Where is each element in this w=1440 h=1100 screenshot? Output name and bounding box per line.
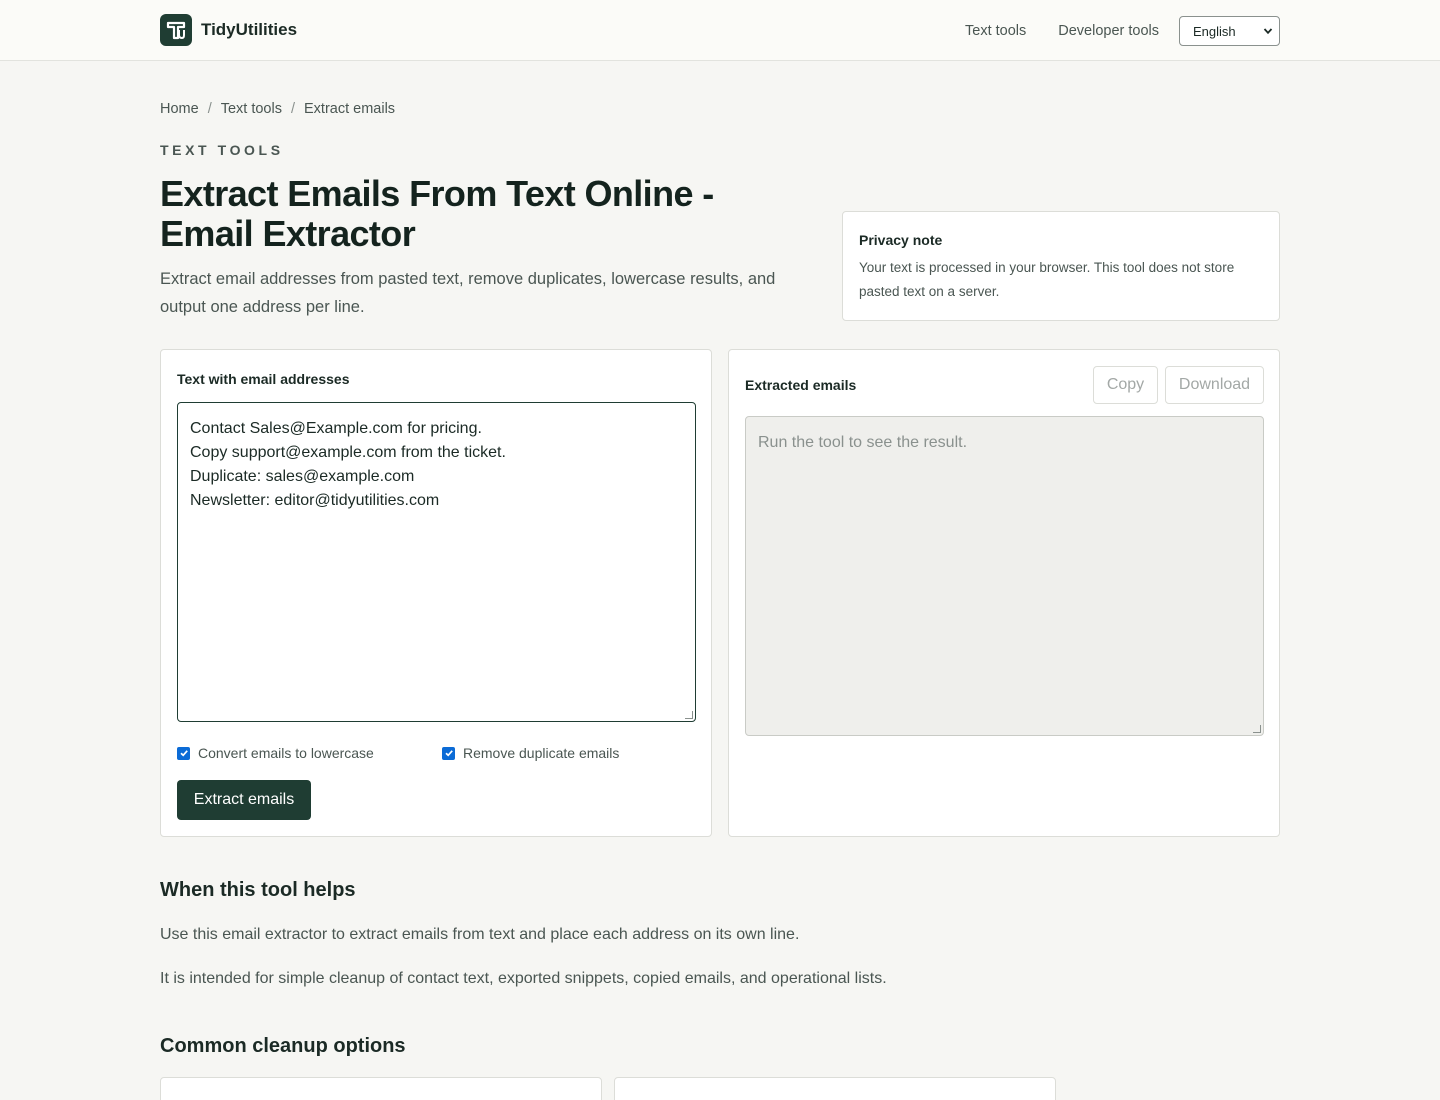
email-text-input[interactable]: Contact Sales@Example.com for pricing. C… [177, 402, 696, 722]
language-select[interactable]: English [1179, 16, 1280, 46]
input-panel: Text with email addresses Contact Sales@… [160, 349, 712, 837]
logo-icon [160, 14, 192, 46]
privacy-note-title: Privacy note [859, 232, 943, 248]
breadcrumb-current: Extract emails [304, 101, 396, 117]
main-nav: Text tools Developer tools English [965, 16, 1280, 46]
extracted-emails-output[interactable]: Run the tool to see the result. [745, 416, 1264, 736]
input-line: Contact Sales@Example.com for pricing. [190, 420, 482, 437]
privacy-note: Privacy note Your text is processed in y… [842, 211, 1280, 321]
lowercase-checkbox[interactable] [177, 746, 190, 760]
brand-name: TidyUtilities [201, 20, 298, 39]
output-label: Extracted emails [745, 377, 857, 393]
brand-link[interactable]: TidyUtilities [160, 14, 297, 46]
options-section-title: Common cleanup options [160, 1035, 406, 1057]
category-eyebrow: TEXT TOOLS [160, 142, 284, 158]
page-description: Extract email addresses from pasted text… [160, 270, 776, 316]
helps-paragraph: It is intended for simple cleanup of con… [160, 970, 887, 987]
breadcrumb-separator: / [290, 101, 295, 117]
dedupe-checkbox[interactable] [442, 746, 455, 760]
lowercase-option[interactable]: Convert emails to lowercase [177, 745, 374, 761]
page-title: Extract Emails From Text Online - Email … [160, 173, 714, 254]
privacy-note-body: Your text is processed in your browser. … [859, 260, 1235, 299]
check-icon [444, 750, 453, 757]
input-label: Text with email addresses [177, 371, 350, 387]
input-line: Copy support@example.com from the ticket… [190, 444, 506, 461]
helps-paragraph: Use this email extractor to extract emai… [160, 926, 800, 943]
dedupe-option[interactable]: Remove duplicate emails [442, 745, 619, 761]
check-icon [179, 750, 188, 757]
extract-emails-button[interactable]: Extract emails [177, 780, 311, 820]
resize-handle[interactable] [1253, 725, 1261, 733]
input-line: Duplicate: sales@example.com [190, 468, 415, 485]
breadcrumb-separator: / [207, 101, 212, 117]
output-placeholder: Run the tool to see the result. [758, 434, 968, 451]
option-card [160, 1077, 602, 1100]
option-card [614, 1077, 1056, 1100]
input-line: Newsletter: editor@tidyutilities.com [190, 492, 440, 509]
download-button[interactable]: Download [1165, 366, 1264, 404]
chevron-down-icon [1263, 28, 1273, 35]
breadcrumb-home[interactable]: Home [160, 101, 199, 117]
breadcrumb: Home / Text tools / Extract emails [160, 101, 395, 117]
copy-button[interactable]: Copy [1093, 366, 1158, 404]
language-select-value: English [1193, 23, 1236, 39]
nav-text-tools[interactable]: Text tools [965, 16, 1026, 46]
breadcrumb-text-tools[interactable]: Text tools [221, 101, 282, 117]
dedupe-option-label: Remove duplicate emails [463, 745, 620, 761]
resize-handle[interactable] [685, 711, 693, 719]
nav-developer-tools[interactable]: Developer tools [1058, 16, 1159, 46]
helps-section-title: When this tool helps [160, 879, 356, 901]
output-panel: Extracted emails Copy Download Run the t… [728, 349, 1280, 837]
top-bar: TidyUtilities Text tools Developer tools… [0, 0, 1440, 61]
lowercase-option-label: Convert emails to lowercase [198, 745, 374, 761]
